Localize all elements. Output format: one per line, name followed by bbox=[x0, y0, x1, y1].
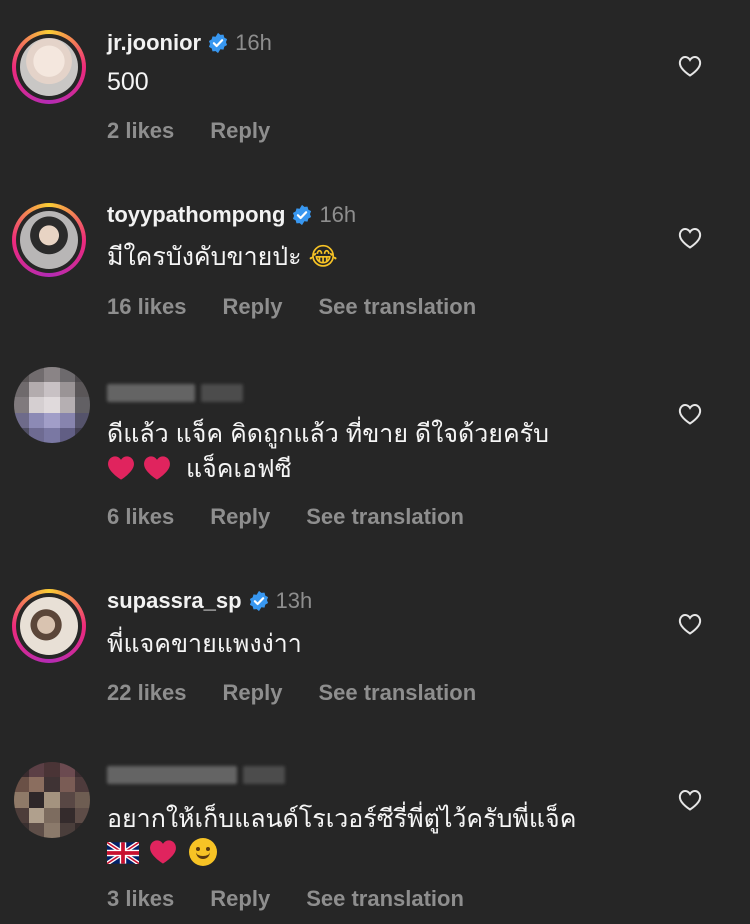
comment-text-line2: แจ็คเอฟซี bbox=[107, 452, 292, 486]
like-heart-icon[interactable] bbox=[678, 789, 702, 811]
see-translation-button[interactable]: See translation bbox=[318, 680, 476, 706]
avatar[interactable] bbox=[14, 762, 90, 838]
like-heart-icon[interactable] bbox=[678, 613, 702, 635]
timestamp: 16h bbox=[235, 30, 272, 55]
comment-text: 500 bbox=[107, 68, 149, 96]
comment-body: มีใครบังคับขายป่ะ bbox=[107, 243, 302, 271]
avatar[interactable] bbox=[12, 203, 86, 277]
timestamp bbox=[201, 384, 243, 402]
verified-badge-icon bbox=[207, 32, 229, 54]
verified-badge-icon bbox=[291, 204, 313, 226]
likes-count[interactable]: 22 likes bbox=[107, 680, 187, 706]
reply-button[interactable]: Reply bbox=[223, 680, 283, 706]
avatar[interactable] bbox=[12, 30, 86, 104]
avatar[interactable] bbox=[14, 367, 90, 443]
comment-text: มีใครบังคับขายป่ะ 😂 bbox=[107, 240, 338, 274]
comment-text-line2 bbox=[107, 836, 217, 870]
like-heart-icon[interactable] bbox=[678, 227, 702, 249]
timestamp bbox=[243, 766, 285, 784]
red-heart-emoji-icon bbox=[149, 839, 177, 865]
comment-body: แจ็คเอฟซี bbox=[185, 455, 292, 483]
see-translation-button[interactable]: See translation bbox=[306, 504, 464, 530]
username[interactable]: jr.joonior bbox=[107, 30, 201, 56]
see-translation-button[interactable]: See translation bbox=[318, 294, 476, 320]
username[interactable]: supassra_sp bbox=[107, 588, 242, 614]
timestamp: 16h bbox=[319, 202, 357, 227]
like-heart-icon[interactable] bbox=[678, 55, 702, 77]
red-heart-emoji-icon bbox=[143, 455, 171, 481]
avatar[interactable] bbox=[12, 589, 86, 663]
uk-flag-emoji-icon bbox=[107, 842, 139, 864]
username[interactable] bbox=[107, 384, 195, 402]
smiling-face-emoji-icon bbox=[189, 838, 217, 866]
reply-button[interactable]: Reply bbox=[223, 294, 283, 320]
reply-button[interactable]: Reply bbox=[210, 886, 270, 912]
verified-badge-icon bbox=[248, 590, 270, 612]
comment-text: พี่แจคขายแพงง่าา bbox=[107, 630, 302, 658]
likes-count[interactable]: 6 likes bbox=[107, 504, 174, 530]
username[interactable] bbox=[107, 766, 237, 784]
like-heart-icon[interactable] bbox=[678, 403, 702, 425]
reply-button[interactable]: Reply bbox=[210, 504, 270, 530]
laughing-emoji-icon: 😂 bbox=[308, 242, 338, 271]
likes-count[interactable]: 2 likes bbox=[107, 118, 174, 144]
likes-count[interactable]: 16 likes bbox=[107, 294, 187, 320]
reply-button[interactable]: Reply bbox=[210, 118, 270, 144]
comment-text: ดีแล้ว แจ็ค คิดถูกแล้ว ที่ขาย ดีใจด้วยคร… bbox=[107, 420, 549, 448]
timestamp: 13h bbox=[275, 588, 313, 613]
username[interactable]: toyypathompong bbox=[107, 202, 285, 228]
comment-text: อยากให้เก็บแลนด์โรเวอร์ซีรี่พี่ตู่ไว้ครั… bbox=[107, 805, 577, 833]
see-translation-button[interactable]: See translation bbox=[306, 886, 464, 912]
red-heart-emoji-icon bbox=[107, 455, 135, 481]
likes-count[interactable]: 3 likes bbox=[107, 886, 174, 912]
